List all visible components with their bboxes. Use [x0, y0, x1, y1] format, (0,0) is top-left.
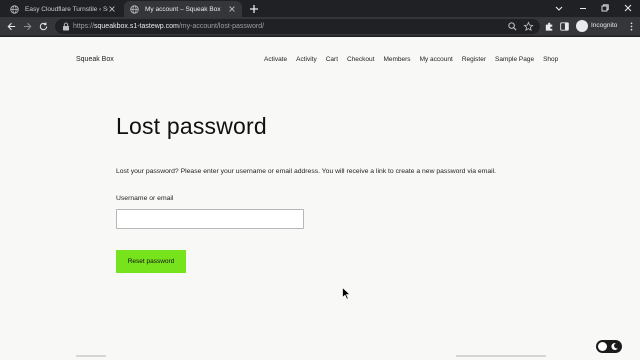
incognito-icon[interactable]	[576, 20, 588, 32]
tab-title: Easy Cloudflare Turnstile ‹ Squeak	[25, 5, 108, 13]
nav-item-register[interactable]: Register	[462, 56, 486, 63]
forward-arrow-icon[interactable]	[22, 21, 33, 32]
incognito-label[interactable]: Incognito	[591, 21, 617, 31]
close-tab-icon[interactable]	[228, 5, 236, 13]
back-arrow-icon[interactable]	[6, 21, 17, 32]
dark-mode-toggle[interactable]	[596, 340, 622, 353]
username-email-input[interactable]	[116, 209, 304, 229]
intro-text: Lost your password? Please enter your us…	[116, 168, 497, 175]
browser-toolbar: https://squeakbox.s1-tastewp.com/my-acco…	[0, 17, 640, 36]
toggle-knob	[598, 342, 607, 351]
globe-icon	[130, 4, 139, 14]
moon-icon	[611, 342, 618, 350]
username-email-label: Username or email	[116, 195, 174, 202]
footer-right-fragment	[456, 355, 546, 357]
minimize-icon[interactable]	[577, 2, 589, 14]
nav-item-members[interactable]: Members	[383, 56, 410, 63]
url-scheme: https://	[73, 23, 95, 30]
nav-item-checkout[interactable]: Checkout	[347, 56, 374, 63]
page-viewport: Squeak Box Activate Activity Cart Checko…	[0, 37, 640, 360]
primary-nav: Activate Activity Cart Checkout Members …	[264, 56, 567, 63]
site-title-link[interactable]: Squeak Box	[76, 56, 114, 63]
nav-item-activity[interactable]: Activity	[296, 56, 317, 63]
tab-search-chevron-icon[interactable]	[553, 2, 565, 14]
nav-item-activate[interactable]: Activate	[264, 56, 287, 63]
browser-tab-my-account[interactable]: My account – Squeak Box	[124, 1, 242, 17]
close-window-icon[interactable]	[622, 2, 634, 14]
new-tab-plus-icon[interactable]	[248, 3, 260, 15]
reload-icon[interactable]	[38, 21, 49, 32]
side-panel-icon[interactable]	[559, 21, 570, 32]
lock-icon[interactable]	[62, 22, 70, 31]
zoom-search-icon[interactable]	[507, 21, 518, 32]
close-tab-icon[interactable]	[108, 5, 116, 13]
bookmark-star-icon[interactable]	[523, 21, 534, 32]
footer-left-fragment	[76, 355, 106, 357]
nav-item-my-account[interactable]: My account	[420, 56, 453, 63]
footer-edge	[0, 355, 640, 360]
menu-kebab-icon[interactable]	[626, 21, 637, 32]
nav-item-cart[interactable]: Cart	[326, 56, 338, 63]
reset-password-button[interactable]: Reset password	[116, 250, 186, 273]
url-host: squeakbox.s1-tastewp.com	[94, 23, 179, 30]
page-title: Lost password	[116, 113, 267, 139]
extensions-puzzle-icon[interactable]	[544, 21, 555, 32]
mouse-cursor-icon	[342, 287, 351, 300]
tab-title: My account – Squeak Box	[145, 5, 221, 13]
url-text[interactable]: https://squeakbox.s1-tastewp.com/my-acco…	[73, 21, 264, 32]
restore-icon[interactable]	[599, 2, 611, 14]
browser-tab-turnstile[interactable]: Easy Cloudflare Turnstile ‹ Squeak	[4, 1, 122, 17]
nav-item-shop[interactable]: Shop	[543, 56, 558, 63]
url-path: /my-account/lost-password/	[178, 23, 265, 30]
nav-item-sample-page[interactable]: Sample Page	[495, 56, 534, 63]
globe-icon	[10, 4, 19, 14]
browser-tab-strip: Easy Cloudflare Turnstile ‹ Squeak My ac…	[0, 0, 640, 17]
address-bar[interactable]: https://squeakbox.s1-tastewp.com/my-acco…	[55, 19, 540, 34]
